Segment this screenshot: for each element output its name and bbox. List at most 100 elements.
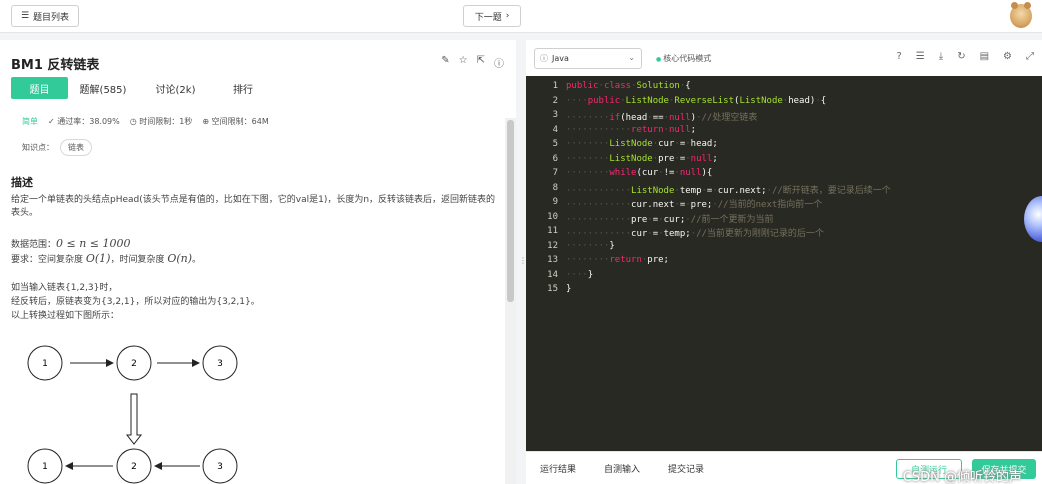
tab-problem[interactable]: 题目 bbox=[11, 77, 68, 99]
memory-icon: ⊕ bbox=[202, 117, 210, 126]
bottom-node-2: 2 bbox=[116, 448, 152, 484]
line-number: 1 bbox=[552, 81, 558, 91]
code-text: ········while(cur·!=·null){ bbox=[566, 168, 713, 178]
code-text: ········ListNode·pre·=·null; bbox=[566, 153, 718, 164]
core-code-mode[interactable]: 核心代码模式 bbox=[656, 53, 711, 64]
knowledge-points: 知识点： 链表 bbox=[22, 139, 92, 156]
editor-tool-icons: ? ☰ ⤓ ↻ ▤ ⚙ ⤢ bbox=[896, 51, 1034, 62]
refresh-icon[interactable]: ↻ bbox=[957, 51, 965, 62]
problem-title: BM1 反转链表 bbox=[11, 58, 100, 73]
download-icon[interactable]: ⤓ bbox=[939, 51, 943, 62]
line-number: 11 bbox=[547, 226, 558, 236]
code-line[interactable]: 13 ········return·pre; bbox=[526, 255, 1042, 270]
tab-submission-history[interactable]: 提交记录 bbox=[668, 462, 704, 475]
code-text: ····} bbox=[566, 269, 594, 280]
code-line[interactable]: 6 ········ListNode·pre·=·null; bbox=[526, 154, 1042, 169]
panel-splitter[interactable]: ⋮ bbox=[516, 40, 527, 484]
memory-limit: ⊕ 空间限制：64M bbox=[202, 116, 268, 127]
line-number: 7 bbox=[552, 168, 558, 178]
tab-run-result[interactable]: 运行结果 bbox=[540, 462, 576, 475]
code-text: ········if(head·==·null)·//处理空链表 bbox=[566, 113, 758, 123]
problem-list-button[interactable]: ☰ 题目列表 bbox=[11, 5, 79, 27]
svg-text:1: 1 bbox=[42, 462, 48, 472]
knowledge-tag[interactable]: 链表 bbox=[60, 139, 92, 156]
time-limit: ◷ 时间限制：1秒 bbox=[130, 116, 193, 127]
code-line[interactable]: 2 ····public·ListNode·ReverseList(ListNod… bbox=[526, 96, 1042, 111]
check-circle-icon: ✓ bbox=[48, 117, 55, 126]
time-limit-text: 时间限制：1秒 bbox=[139, 117, 193, 126]
svg-text:2: 2 bbox=[131, 462, 137, 472]
complexity-requirement: 要求：空间复杂度 O(1)，时间复杂度 O(n)。 bbox=[11, 252, 496, 267]
req-label: 要求：空间复杂度 bbox=[11, 255, 86, 265]
watermark: CSDN @倾听铃的声 bbox=[902, 470, 1022, 484]
scroll-thumb[interactable] bbox=[507, 120, 514, 302]
code-line[interactable]: 12 ········} bbox=[526, 241, 1042, 256]
line-number: 6 bbox=[552, 153, 558, 164]
top-node-1: 1 bbox=[27, 345, 63, 381]
difficulty-badge: 简单 bbox=[22, 117, 38, 126]
top-bar: ☰ 题目列表 下一题 › bbox=[0, 0, 1042, 33]
user-avatar[interactable] bbox=[1010, 2, 1032, 28]
code-line[interactable]: 5 ········ListNode·cur·=·head; bbox=[526, 139, 1042, 154]
problem-tabs: 题目 题解(585) 讨论(2k) 排行 bbox=[11, 77, 273, 99]
problem-meta: 简单 ✓ 通过率：38.09% ◷ 时间限制：1秒 ⊕ 空间限制：64M bbox=[22, 116, 269, 127]
language-select[interactable]: ⓘ Java ⌄ bbox=[534, 48, 642, 69]
code-text: ············cur.next·=·pre;·//当前的next指向前… bbox=[566, 200, 823, 210]
pass-rate-text: 通过率：38.09% bbox=[57, 117, 120, 126]
tab-discussion[interactable]: 讨论(2k) bbox=[138, 77, 213, 99]
code-line[interactable]: 15} bbox=[526, 284, 1042, 299]
tab-solutions[interactable]: 题解(585) bbox=[68, 77, 138, 99]
code-text: ········} bbox=[566, 240, 615, 251]
code-line[interactable]: 1 public·class·Solution·{ bbox=[526, 81, 1042, 96]
code-line[interactable]: 7 ········while(cur·!=·null){ bbox=[526, 168, 1042, 183]
knowledge-label: 知识点： bbox=[22, 143, 54, 152]
info-icon: ⓘ bbox=[540, 54, 548, 63]
tab-ranking[interactable]: 排行 bbox=[213, 77, 273, 99]
code-line[interactable]: 11 ············cur·=·temp;·//当前更新为刚刚记录的后一… bbox=[526, 226, 1042, 241]
code-editor[interactable]: 1 public·class·Solution·{2 ····public·List… bbox=[526, 76, 1042, 451]
description-heading: 描述 bbox=[11, 176, 33, 189]
edit-icon[interactable]: ✎ bbox=[441, 55, 449, 70]
reverse-diagram: 1 2 3 1 2 3 bbox=[27, 345, 238, 484]
expand-icon[interactable]: ⤢ bbox=[1026, 51, 1034, 62]
editor-panel: ⓘ Java ⌄ 核心代码模式 ? ☰ ⤓ ↻ ▤ ⚙ ⤢ 1 public·cl… bbox=[526, 40, 1042, 484]
star-icon[interactable]: ☆ bbox=[459, 55, 468, 70]
line-number: 3 bbox=[552, 110, 558, 120]
code-text: ············return·null; bbox=[566, 124, 697, 135]
line-number: 15 bbox=[547, 284, 558, 294]
example-line-1: 如当输入链表{1,2,3}时， bbox=[11, 283, 118, 293]
code-line[interactable]: 14 ····} bbox=[526, 270, 1042, 285]
problem-list-label: 题目列表 bbox=[33, 12, 70, 23]
clock-icon: ◷ bbox=[129, 117, 137, 126]
svg-text:1: 1 bbox=[42, 359, 48, 369]
data-range: 数据范围：0 ≤ n ≤ 1000 bbox=[11, 237, 496, 252]
code-text: } bbox=[566, 284, 572, 294]
info-icon[interactable]: ⓘ bbox=[494, 55, 504, 70]
line-number: 12 bbox=[547, 240, 558, 251]
line-number: 9 bbox=[552, 197, 558, 207]
svg-text:3: 3 bbox=[217, 462, 223, 472]
code-line[interactable]: 4 ············return·null; bbox=[526, 125, 1042, 140]
code-text: ····public·ListNode·ReverseList(ListNode… bbox=[566, 95, 827, 106]
terminal-icon[interactable]: ▤ bbox=[980, 51, 989, 62]
help-icon[interactable]: ? bbox=[896, 51, 901, 62]
problem-panel: BM1 反转链表 ✎ ☆ ⇱ ⓘ 题目 题解(585) 讨论(2k) 排行 简单… bbox=[0, 40, 516, 484]
code-text: ············pre·=·cur;·//前一个更新为当前 bbox=[566, 214, 774, 225]
tab-custom-input[interactable]: 自测输入 bbox=[604, 462, 640, 475]
code-text: ············ListNode·temp·=·cur.next;·//… bbox=[566, 185, 891, 196]
pass-rate: ✓ 通过率：38.09% bbox=[48, 116, 120, 127]
description-text: 给定一个单链表的头结点pHead(该头节点是有值的，比如在下图，它的val是1)… bbox=[11, 195, 496, 218]
external-link-icon[interactable]: ⇱ bbox=[477, 55, 485, 70]
next-problem-button[interactable]: 下一题 › bbox=[463, 5, 521, 27]
req-time: O(n) bbox=[167, 252, 193, 265]
code-line[interactable]: 3 ········if(head·==·null)·//处理空链表 bbox=[526, 110, 1042, 125]
code-line[interactable]: 9 ············cur.next·=·pre;·//当前的next指向… bbox=[526, 197, 1042, 212]
gear-icon[interactable]: ⚙ bbox=[1003, 51, 1012, 62]
code-line[interactable]: 8 ············ListNode·temp·=·cur.next;·/… bbox=[526, 183, 1042, 198]
code-line[interactable]: 10 ············pre·=·cur;·//前一个更新为当前 bbox=[526, 212, 1042, 227]
memory-limit-text: 空间限制：64M bbox=[211, 117, 269, 126]
list-icon[interactable]: ☰ bbox=[916, 51, 925, 62]
editor-bottom-bar: 运行结果 自测输入 提交记录 自测运行 保存并提交 CSDN @倾听铃的声 bbox=[526, 451, 1042, 484]
next-label: 下一题 bbox=[474, 12, 502, 23]
line-number: 4 bbox=[552, 124, 558, 135]
